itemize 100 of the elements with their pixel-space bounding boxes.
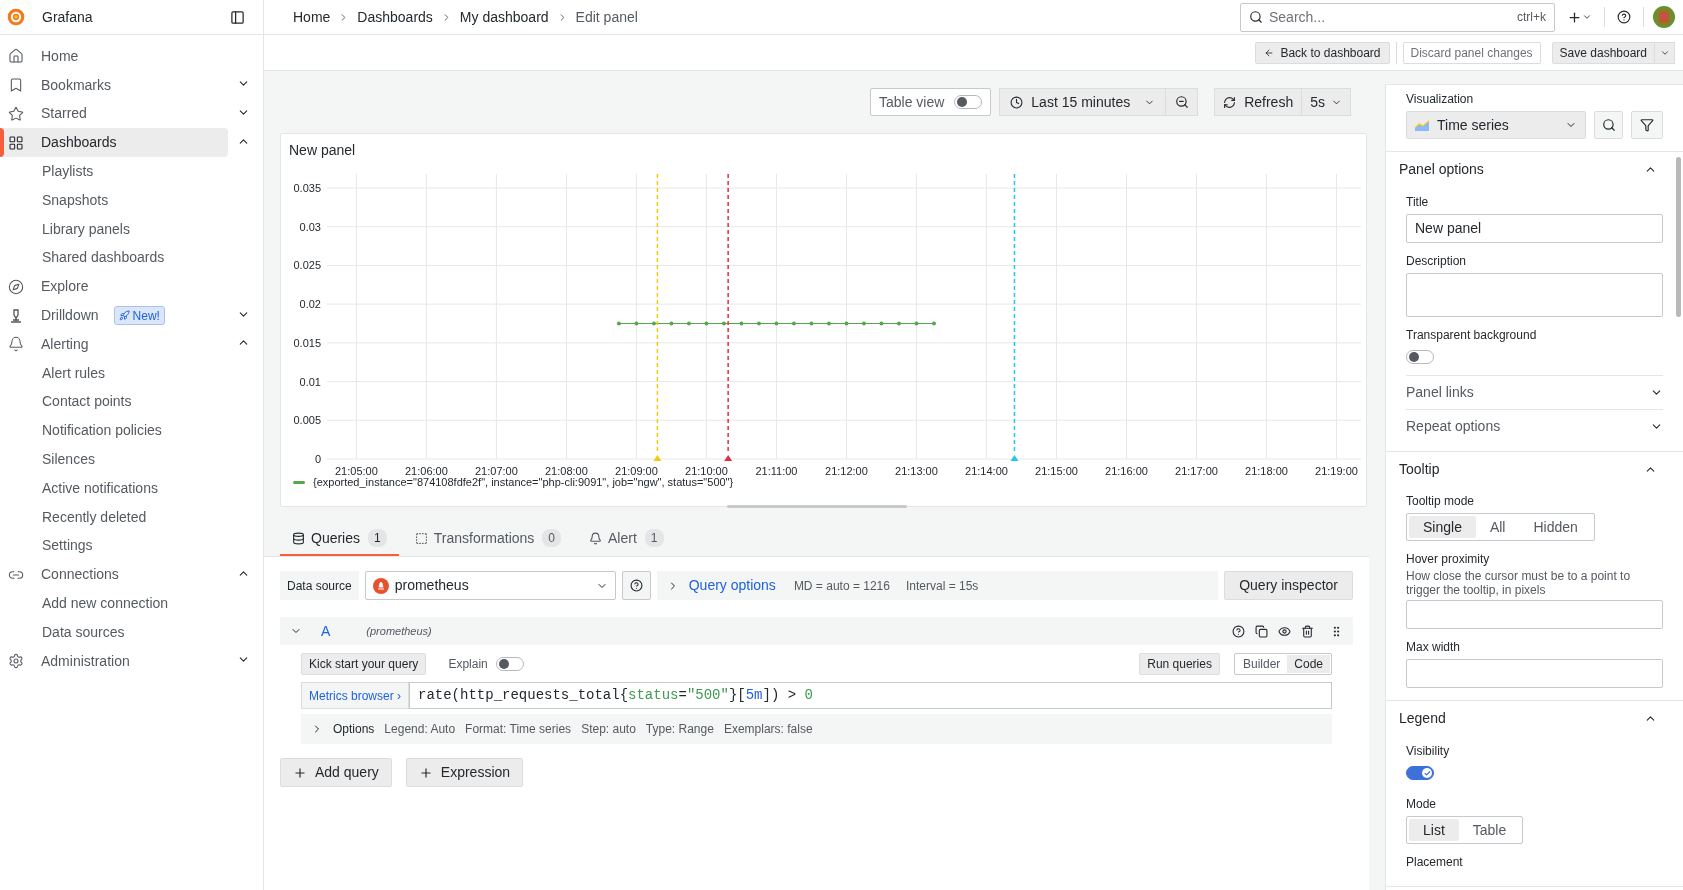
count-badge: 1 — [368, 529, 387, 547]
toggle-switch[interactable] — [954, 95, 983, 109]
refresh-interval-picker[interactable]: 5s — [1302, 88, 1351, 116]
nav-item[interactable]: Administration — [0, 646, 228, 676]
search-button[interactable] — [1594, 111, 1623, 139]
data-point — [634, 321, 639, 326]
trash-icon[interactable] — [1301, 624, 1314, 638]
help-icon[interactable] — [1232, 624, 1245, 638]
axis-label: 21:11:00 — [755, 465, 798, 477]
explain-label: Explain — [448, 656, 488, 673]
text-field[interactable]: New panel — [1406, 214, 1663, 243]
table-view-switch[interactable]: Table view — [869, 88, 992, 116]
user-avatar[interactable] — [1653, 6, 1675, 28]
nav-item[interactable]: Alerting — [0, 329, 228, 359]
text-field[interactable] — [1406, 600, 1663, 629]
visualization-picker[interactable]: Time series — [1406, 111, 1586, 139]
help-icon[interactable] — [1617, 10, 1631, 24]
nav-item[interactable]: Connections — [0, 560, 228, 590]
text-field[interactable] — [1406, 659, 1663, 688]
breadcrumb[interactable]: Dashboards — [357, 6, 433, 28]
section-title[interactable]: Panel options — [1399, 158, 1484, 180]
mode-option[interactable]: Builder — [1235, 655, 1288, 673]
nav-item[interactable]: Bookmarks — [0, 70, 228, 100]
refresh-icon — [1223, 95, 1237, 109]
nav-item[interactable]: Home — [0, 42, 228, 71]
nav-subitem[interactable]: Notification policies — [42, 420, 162, 442]
grafana-logo[interactable] — [6, 7, 26, 27]
query-options-link[interactable]: Query options — [688, 575, 776, 596]
metrics-browser-button[interactable]: Metrics browser › — [301, 682, 409, 709]
annotation-marker[interactable] — [724, 455, 733, 461]
save-button[interactable]: Save dashboard — [1551, 41, 1655, 64]
radio-option[interactable]: List — [1409, 819, 1459, 841]
data-point — [686, 321, 691, 326]
nav-subitem[interactable]: Recently deleted — [42, 506, 147, 528]
tab[interactable]: Transformations 0 — [402, 522, 574, 556]
refresh-button[interactable]: Refresh — [1214, 88, 1303, 116]
nav-subitem[interactable]: Shared dashboards — [42, 247, 165, 269]
breadcrumb[interactable]: My dashboard — [459, 6, 549, 28]
radio-option[interactable]: All — [1475, 516, 1520, 538]
annotation-marker[interactable] — [1010, 455, 1019, 461]
nav-item[interactable]: Dashboards — [0, 128, 228, 158]
nav-subitem[interactable]: Add new connection — [42, 593, 169, 615]
mode-option[interactable]: Code — [1287, 655, 1330, 673]
database-icon — [292, 531, 305, 545]
nav-subitem[interactable]: Silences — [42, 449, 95, 471]
new-menu-button[interactable] — [1567, 9, 1592, 25]
dock-menu-icon[interactable] — [230, 9, 245, 25]
copy-icon[interactable] — [1255, 624, 1268, 638]
section-title[interactable]: Legend — [1399, 707, 1446, 729]
resize-handle[interactable] — [727, 505, 907, 508]
add-button[interactable]: Expression — [405, 758, 524, 787]
nav-item[interactable]: Drilldown New! — [0, 301, 228, 330]
collapsible-title[interactable]: Panel links — [1406, 382, 1474, 403]
section-title[interactable]: Tooltip — [1399, 458, 1440, 480]
discard-button[interactable]: Discard panel changes — [1402, 41, 1541, 64]
filter-button[interactable] — [1631, 111, 1663, 139]
datasource-picker[interactable]: prometheus — [364, 571, 616, 600]
axis-label: 21:14:00 — [965, 465, 1008, 477]
query-ref[interactable]: A — [321, 620, 331, 642]
count-badge: 0 — [542, 529, 562, 547]
options-toggle[interactable]: Options — [333, 720, 375, 738]
run-queries-button[interactable]: Run queries — [1139, 653, 1220, 675]
nav-subitem[interactable]: Playlists — [42, 161, 94, 183]
radio-option[interactable]: Single — [1409, 516, 1476, 538]
add-button[interactable]: Add query — [280, 758, 392, 787]
query-inspector-button[interactable]: Query inspector — [1224, 571, 1353, 600]
tab[interactable]: Queries 1 — [280, 522, 399, 556]
legend-label[interactable]: {exported_instance="874108fdfe2f", instance="php-cli:9091", job="ngw", status="500"} — [313, 474, 734, 491]
breadcrumb[interactable]: Home — [293, 6, 331, 28]
annotation-marker[interactable] — [653, 455, 662, 461]
toggle-switch[interactable] — [495, 657, 524, 671]
toggle-switch[interactable] — [1406, 766, 1434, 780]
radio-option[interactable]: Hidden — [1519, 516, 1592, 538]
data-point — [791, 321, 796, 326]
nav-subitem[interactable]: Alert rules — [42, 362, 106, 384]
nav-subitem[interactable]: Active notifications — [42, 477, 158, 499]
nav-subitem[interactable]: Settings — [42, 535, 93, 557]
radio-option[interactable]: Table — [1458, 819, 1521, 841]
nav-subitem[interactable]: Contact points — [42, 391, 132, 413]
back-button[interactable]: Back to dashboard — [1255, 41, 1390, 64]
nav-subitem[interactable]: Snapshots — [42, 189, 109, 211]
help-button[interactable] — [621, 571, 651, 600]
axis-label: 21:08:00 — [545, 465, 588, 477]
query-editor[interactable]: rate(http_requests_total{status="500"}[5m]) > 0 — [409, 682, 1332, 709]
area-chart-icon — [1415, 119, 1429, 131]
nav-item[interactable]: Explore — [0, 272, 228, 302]
zoom-out-button[interactable] — [1166, 88, 1199, 116]
kick-start-button[interactable]: Kick start your query — [301, 653, 427, 675]
nav-subitem[interactable]: Library panels — [42, 218, 130, 240]
tab[interactable]: Alert 1 — [577, 522, 676, 556]
nav-item[interactable]: Starred — [0, 99, 228, 129]
toggle-switch[interactable] — [1406, 350, 1434, 364]
axis-label: 21:07:00 — [475, 465, 518, 477]
collapsible-title[interactable]: Repeat options — [1406, 416, 1501, 437]
scrollbar[interactable] — [1676, 157, 1681, 317]
nav-subitem[interactable]: Data sources — [42, 621, 125, 643]
search-icon — [1249, 10, 1263, 24]
time-range-picker[interactable]: Last 15 minutes — [999, 88, 1167, 116]
eye-icon[interactable] — [1278, 624, 1291, 638]
search-field[interactable]: Search... ctrl+k — [1240, 2, 1555, 32]
